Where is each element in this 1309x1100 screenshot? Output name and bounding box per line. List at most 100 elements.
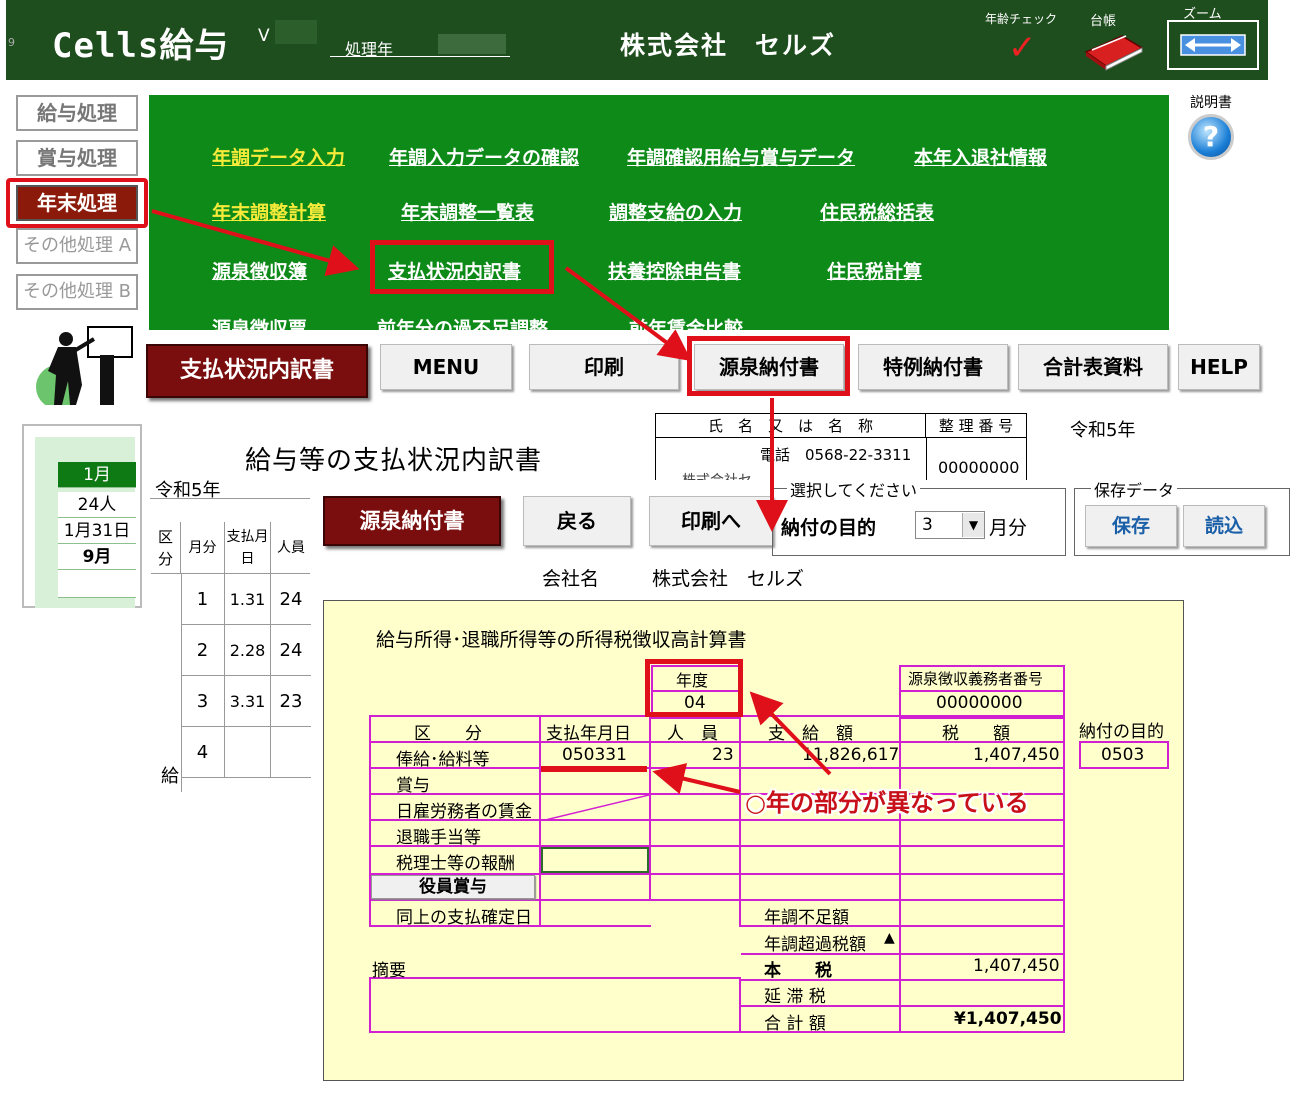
row-confirm-date: 同上の支払確定日 — [396, 908, 532, 928]
menu-link-year-end-list[interactable]: 年末調整一覧表 — [401, 198, 534, 225]
check-icon[interactable]: ✓ — [1008, 28, 1037, 68]
purpose-month-value: 3 — [922, 515, 933, 535]
mini-row-date: 1.31 — [225, 574, 271, 625]
mini-header-kubun: 区分 — [151, 522, 181, 574]
menu-link-salary-bonus-data[interactable]: 年調確認用給与賞与データ — [627, 143, 855, 170]
col-paydate-header: 支払年月日 — [546, 724, 631, 744]
save-data-group: 保存データ 保存 読込 — [1074, 477, 1290, 556]
menu-link-nencho-input[interactable]: 年調データ入力 — [212, 143, 345, 170]
save-group-title: 保存データ — [1091, 477, 1178, 501]
menu-link-withholding-book[interactable]: 源泉徴収簿 — [212, 257, 307, 284]
payment-slip-highlight — [687, 336, 850, 396]
help-question-icon[interactable]: ? — [1188, 114, 1234, 160]
menu-link-wage-compare[interactable]: 前年賃金比較 — [629, 314, 743, 330]
paydate-underline-highlight — [541, 766, 647, 772]
menu-link-withholding-slip[interactable]: 源泉徴収票 — [212, 314, 307, 330]
row-salary: 俸給･給料等 — [396, 750, 490, 770]
row-day-labor: 日雇労務者の賃金 — [396, 802, 532, 822]
company-name: 株式会社 セルズ — [620, 31, 837, 60]
mini-row-month: 1 — [181, 574, 225, 625]
annotation-text: ○年の部分が異なっている — [745, 789, 1029, 817]
load-button[interactable]: 読込 — [1183, 505, 1265, 547]
row1-paydate: 050331 — [562, 745, 627, 765]
menu-link-input-check[interactable]: 年調入力データの確認 — [389, 143, 579, 170]
print-next-button[interactable]: 印刷へ — [649, 496, 773, 546]
officer-bonus-button[interactable]: 役員賞与 — [371, 875, 535, 899]
blank-cell — [58, 570, 136, 598]
nav-other-processing-b[interactable]: その他処理 B — [16, 274, 138, 310]
fiscal-year-highlight — [645, 659, 743, 717]
remarks-label: 摘要 — [372, 961, 406, 981]
help-button[interactable]: HELP — [1178, 344, 1260, 390]
purpose-month-select[interactable]: 3 ▼ — [915, 511, 985, 539]
mini-header-paydate: 支払月日 — [225, 522, 271, 574]
menu-button[interactable]: MENU — [380, 344, 512, 390]
chevron-down-icon[interactable]: ▼ — [962, 513, 984, 537]
mini-row-date — [225, 727, 271, 778]
nav-other-processing-a[interactable]: その他処理 A — [16, 228, 138, 264]
row1-tax: 1,407,450 — [973, 745, 1060, 765]
version-label: V — [258, 26, 270, 46]
menu-link-prior-year-adjust[interactable]: 前年分の過不足調整 — [377, 314, 548, 330]
print-button[interactable]: 印刷 — [529, 344, 679, 390]
select-group-title: 選択してください — [787, 477, 921, 501]
month-suffix: 月分 — [989, 517, 1028, 539]
back-button[interactable]: 戻る — [523, 496, 631, 546]
payment-breakdown-title: 支払状況内訳書 — [146, 344, 368, 398]
process-year-mask — [438, 34, 506, 54]
form-title: 給与所得･退職所得等の所得税徴収高計算書 — [376, 629, 747, 651]
phone-text: 電話 0568-22-3311 — [760, 446, 912, 464]
menu-link-adjust-payment[interactable]: 調整支給の入力 — [609, 198, 742, 225]
col-kubun-header: 区 分 — [414, 724, 482, 744]
reg-number-value: 00000000 — [938, 458, 1020, 477]
tax-calculation-form: 給与所得･退職所得等の所得税徴収高計算書 年度 04 源泉徴収義務者番号 000… — [323, 600, 1184, 1081]
mini-row-people: 24 — [271, 574, 311, 625]
select-group: 選択してください 納付の目的 3 ▼ 月分 — [772, 477, 1066, 556]
remarks-gap-edge — [369, 927, 371, 977]
mini-row-month: 2 — [181, 625, 225, 676]
obligor-divider — [899, 690, 1065, 692]
row1-people: 23 — [712, 745, 734, 765]
total-label: 合 計 額 — [764, 1014, 826, 1034]
grid-col-1 — [539, 715, 541, 927]
col-people-header: 人 員 — [667, 724, 718, 744]
mini-header-people: 人員 — [271, 522, 311, 574]
menu-link-hire-retire-info[interactable]: 本年入退社情報 — [914, 143, 1047, 170]
excess-label: 年調超過税額 — [764, 935, 866, 955]
year-end-menu: 年調データ入力 年調入力データの確認 年調確認用給与賞与データ 本年入退社情報 … — [149, 95, 1169, 330]
save-button[interactable]: 保存 — [1085, 505, 1177, 547]
zoom-arrows-icon — [1180, 34, 1246, 56]
obligor-value: 00000000 — [936, 693, 1023, 713]
purpose-form-label: 納付の目的 — [1079, 722, 1164, 742]
special-payment-slip-button[interactable]: 特例納付書 — [858, 344, 1008, 390]
nav-salary-processing[interactable]: 給与処理 — [16, 95, 138, 131]
honzei-value: 1,407,450 — [973, 956, 1060, 976]
payment-slip-title: 源泉納付書 — [323, 496, 501, 546]
diagonal-slash — [541, 795, 649, 821]
version-mask — [275, 20, 317, 44]
menu-link-resident-tax-summary[interactable]: 住民税総括表 — [820, 198, 934, 225]
nav-bonus-processing[interactable]: 賞与処理 — [16, 140, 138, 176]
reg-number-header: 整 理 番 号 — [926, 414, 1026, 438]
ledger-book-icon[interactable] — [1082, 30, 1146, 76]
honzei-label: 本 税 — [764, 961, 832, 981]
obligor-label: 源泉徴収義務者番号 — [908, 670, 1044, 688]
menu-link-resident-tax-calc[interactable]: 住民税計算 — [827, 257, 922, 284]
row1-amount: 11,826,617 — [802, 745, 900, 765]
triangle-mark: ▲ — [884, 930, 895, 946]
header-digit: 9 — [8, 36, 15, 49]
col-tax-header: 税 額 — [942, 724, 1010, 744]
menu-link-year-end-calc[interactable]: 年末調整計算 — [212, 198, 326, 225]
month-cell: 1月 — [58, 462, 136, 488]
payment-slip-window: 源泉納付書 戻る 印刷へ 選択してください 納付の目的 3 ▼ 月分 保存データ… — [310, 477, 1309, 600]
summary-material-button[interactable]: 合計表資料 — [1018, 344, 1168, 390]
menu-link-dependent-form[interactable]: 扶養控除申告書 — [608, 257, 741, 284]
shortage-label: 年調不足額 — [764, 908, 849, 928]
people-cell: 24人 — [58, 492, 136, 518]
selected-cell[interactable] — [541, 847, 649, 873]
date-cell: 1月31日 — [58, 518, 136, 544]
purpose-label: 納付の目的 — [781, 517, 877, 539]
mini-row-month: 3 — [181, 676, 225, 727]
mini-row-people: 24 — [271, 625, 311, 676]
zoom-button[interactable] — [1167, 20, 1259, 70]
